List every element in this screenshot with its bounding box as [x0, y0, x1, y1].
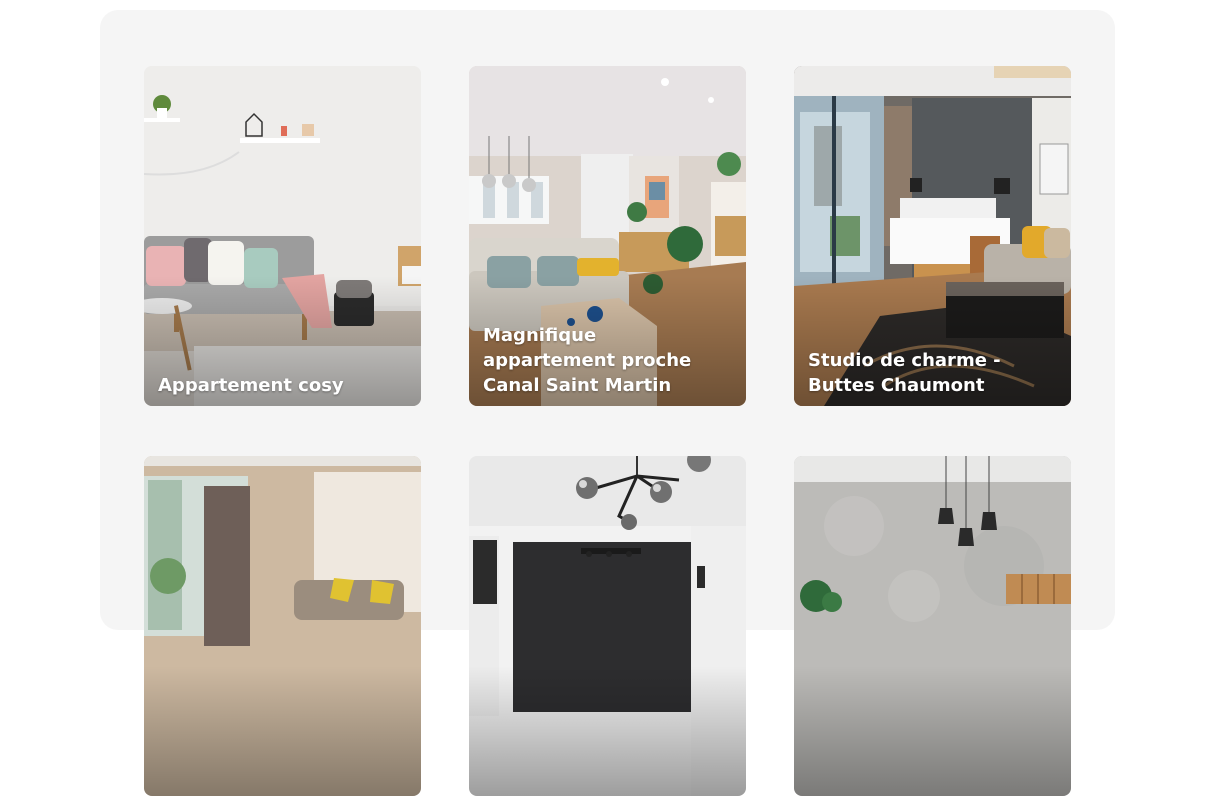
- title-overlay: [144, 666, 421, 796]
- listing-card-2[interactable]: Magnifique appartement proche Canal Sain…: [469, 66, 746, 406]
- listing-card-3[interactable]: Studio de charme - Buttes Chaumont: [794, 66, 1071, 406]
- title-overlay: [794, 666, 1071, 796]
- listing-title: Studio de charme - Buttes Chaumont: [808, 350, 1001, 396]
- listing-card-4[interactable]: [144, 456, 421, 796]
- listing-card-5[interactable]: [469, 456, 746, 796]
- listing-title: Appartement cosy: [158, 375, 344, 396]
- listing-card-6[interactable]: [794, 456, 1071, 796]
- listing-card-1[interactable]: Appartement cosy: [144, 66, 421, 406]
- listing-title: Magnifique appartement proche Canal Sain…: [483, 325, 692, 396]
- title-overlay: [469, 666, 746, 796]
